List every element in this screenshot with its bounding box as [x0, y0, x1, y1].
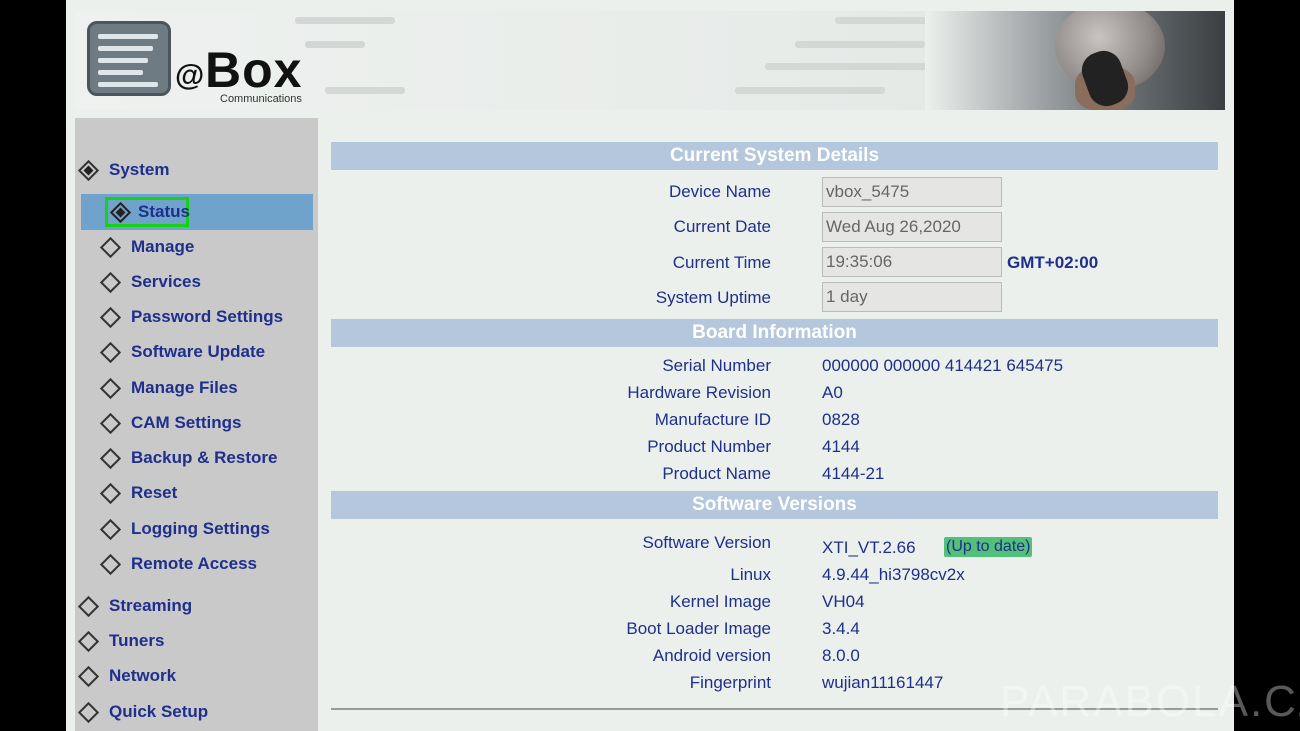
nav-label: Quick Setup: [109, 702, 209, 721]
board-row-value: 4144: [822, 437, 860, 456]
nav-network[interactable]: Network: [77, 659, 177, 693]
decor-line: [305, 41, 365, 48]
diamond-icon: [99, 341, 122, 363]
board-row-label: Product Name: [662, 464, 771, 483]
diamond-icon: [99, 377, 122, 399]
software-row-label: Android version: [652, 646, 771, 665]
up-to-date-badge: (Up to date): [944, 537, 1033, 557]
nav-reset[interactable]: Reset: [99, 476, 178, 510]
nav-label: Manage Files: [131, 378, 238, 397]
decor-line: [295, 17, 395, 24]
nav-backup-restore[interactable]: Backup & Restore: [99, 441, 278, 475]
board-row-label: Hardware Revision: [627, 383, 771, 402]
web-page: @ Box Communications System Status Manag…: [66, 0, 1234, 731]
section-current-system: Current System Details: [331, 142, 1218, 170]
uptime-field[interactable]: 1 day: [822, 282, 1002, 312]
diamond-icon: [77, 665, 100, 687]
nav-label: Remote Access: [131, 554, 257, 573]
device-name-field[interactable]: vbox_5475: [822, 177, 1002, 207]
software-version-label: Software Version: [642, 533, 771, 552]
diamond-filled-icon: [109, 201, 132, 223]
watermark-text: PARABOLA.CZ: [1000, 677, 1300, 726]
software-row-label: Boot Loader Image: [626, 619, 771, 638]
timezone-text: GMT+02:00: [1007, 253, 1099, 272]
board-row-value: 0828: [822, 410, 860, 429]
logo-name: Box: [205, 42, 303, 98]
nav-status[interactable]: Status: [105, 197, 190, 227]
nav-label: Password Settings: [131, 307, 284, 326]
nav-label: CAM Settings: [131, 413, 242, 432]
software-row-value: 8.0.0: [822, 646, 860, 665]
nav-remote-access[interactable]: Remote Access: [99, 547, 257, 581]
board-row-label: Product Number: [647, 437, 771, 456]
nav-label: Services: [131, 272, 201, 291]
nav-tuners[interactable]: Tuners: [77, 624, 165, 658]
diamond-icon: [99, 518, 122, 540]
diamond-icon: [99, 271, 122, 293]
board-row-value: 4144-21: [822, 464, 885, 483]
uptime-label: System Uptime: [655, 288, 771, 307]
nav-streaming[interactable]: Streaming: [77, 589, 193, 623]
diamond-icon: [99, 412, 122, 434]
nav-manage-files[interactable]: Manage Files: [99, 371, 238, 405]
board-row-value: A0: [822, 383, 843, 402]
nav-label: System: [109, 160, 170, 179]
vbox-logo-icon: [87, 21, 171, 96]
section-board-information: Board Information: [331, 319, 1218, 347]
decor-line: [325, 87, 405, 94]
decor-line: [735, 87, 885, 94]
section-software-versions: Software Versions: [331, 491, 1218, 519]
diamond-filled-icon: [77, 159, 100, 181]
nav-manage[interactable]: Manage: [99, 230, 195, 264]
nav-label: Network: [109, 666, 177, 685]
board-row-label: Manufacture ID: [654, 410, 771, 429]
nav-system[interactable]: System: [77, 153, 170, 187]
software-row-value: 4.9.44_hi3798cv2x: [822, 565, 965, 584]
logo-subtitle: Communications: [220, 93, 302, 105]
software-row-value: VH04: [822, 592, 865, 611]
nav-services[interactable]: Services: [99, 265, 201, 299]
header-photo: [925, 11, 1225, 110]
nav-label: Backup & Restore: [131, 448, 278, 467]
nav-label: Reset: [131, 483, 178, 502]
header-banner: @ Box Communications: [75, 11, 1225, 110]
software-row-value: wujian11161447: [822, 673, 944, 692]
software-row-value: 3.4.4: [822, 619, 860, 638]
diamond-icon: [99, 553, 122, 575]
nav-cam-settings[interactable]: CAM Settings: [99, 406, 242, 440]
nav-label: Manage: [131, 237, 195, 256]
sidebar: System Status Manage Services Password S…: [75, 118, 318, 731]
current-date-label: Current Date: [673, 217, 771, 236]
nav-label: Status: [138, 202, 190, 221]
nav-quick-setup[interactable]: Quick Setup: [77, 695, 209, 729]
decor-line: [765, 63, 935, 70]
nav-label: Streaming: [109, 596, 193, 615]
nav-label: Logging Settings: [131, 519, 270, 538]
diamond-icon: [77, 701, 100, 723]
software-row-label: Fingerprint: [689, 673, 771, 692]
diamond-icon: [77, 630, 100, 652]
nav-label: Tuners: [109, 631, 165, 650]
nav-software-update[interactable]: Software Update: [99, 335, 266, 369]
diamond-icon: [99, 306, 122, 328]
software-row-label: Linux: [730, 565, 771, 584]
nav-label: Software Update: [131, 342, 266, 361]
diamond-icon: [77, 595, 100, 617]
board-row-value: 000000 000000 414421 645475: [822, 356, 1064, 375]
decor-line: [795, 41, 925, 48]
current-time-label: Current Time: [672, 253, 771, 272]
software-row-label: Kernel Image: [669, 592, 771, 611]
board-row-label: Serial Number: [662, 356, 771, 375]
software-version-value: XTI_VT.2.66: [822, 538, 916, 557]
device-name-label: Device Name: [668, 182, 771, 201]
diamond-icon: [99, 236, 122, 258]
nav-logging-settings[interactable]: Logging Settings: [99, 512, 270, 546]
nav-password-settings[interactable]: Password Settings: [99, 300, 284, 334]
diamond-icon: [99, 447, 122, 469]
logo-at-sign: @: [175, 59, 205, 92]
current-time-field[interactable]: 19:35:06: [822, 247, 1002, 277]
current-date-field[interactable]: Wed Aug 26,2020: [822, 212, 1002, 242]
diamond-icon: [99, 482, 122, 504]
